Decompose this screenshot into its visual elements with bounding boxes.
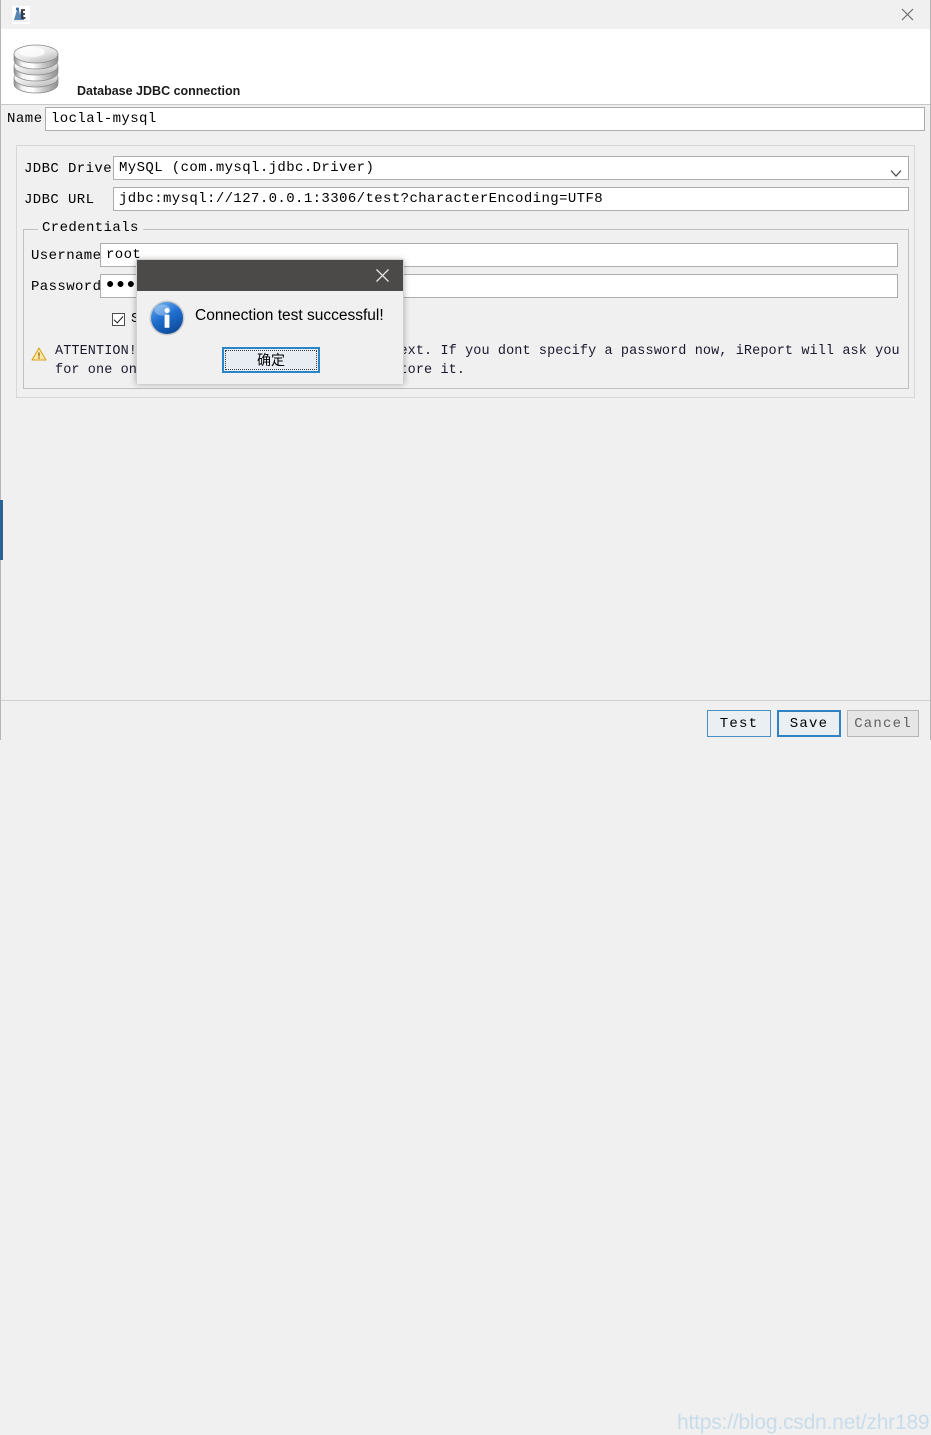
watermark-text: https://blog.csdn.net/zhr18970910 bbox=[677, 1411, 931, 1434]
dialog-ok-label: 确定 bbox=[225, 350, 317, 370]
footer-bar: https://blog.csdn.net/zhr18970910 Test S… bbox=[1, 701, 931, 1434]
jdbc-driver-value: MySQL (com.mysql.jdbc.Driver) bbox=[119, 160, 375, 176]
dialog-body: Connection test successful! 确定 bbox=[137, 291, 403, 384]
warning-triangle-icon bbox=[31, 347, 47, 361]
chevron-down-icon bbox=[890, 164, 902, 177]
dialog-titlebar bbox=[137, 260, 403, 291]
database-cylinder-icon bbox=[10, 34, 70, 100]
password-label: Password bbox=[31, 279, 102, 295]
jdbc-driver-select[interactable]: MySQL (com.mysql.jdbc.Driver) bbox=[113, 156, 909, 180]
save-password-checkbox[interactable] bbox=[112, 312, 125, 326]
connection-test-dialog: Connection test successful! 确定 bbox=[136, 259, 404, 384]
cancel-button[interactable]: Cancel bbox=[847, 710, 919, 737]
username-label: Username bbox=[31, 248, 102, 264]
ireport-icon bbox=[12, 6, 30, 24]
name-input[interactable] bbox=[45, 107, 925, 131]
name-row: Name bbox=[1, 106, 930, 135]
left-edge-accent bbox=[0, 500, 3, 560]
dialog-ok-button[interactable]: 确定 bbox=[222, 347, 320, 373]
test-button[interactable]: Test bbox=[707, 710, 771, 737]
jdbc-driver-label: JDBC Driver bbox=[24, 161, 121, 177]
dialog-close-button[interactable] bbox=[361, 260, 403, 291]
name-label: Name bbox=[7, 111, 43, 127]
info-icon bbox=[148, 299, 186, 337]
save-button[interactable]: Save bbox=[777, 710, 841, 737]
jdbc-url-label: JDBC URL bbox=[24, 192, 95, 208]
window-titlebar bbox=[1, 0, 930, 29]
jdbc-url-input[interactable]: jdbc:mysql://127.0.0.1:3306/test?charact… bbox=[113, 187, 909, 211]
dialog-header: Database JDBC connection bbox=[1, 29, 930, 105]
page-title: Database JDBC connection bbox=[77, 84, 241, 98]
window-close-button[interactable] bbox=[884, 0, 930, 29]
database-connection-window: Database JDBC connection Name JDBC Drive… bbox=[0, 0, 931, 1434]
dialog-message: Connection test successful! bbox=[195, 307, 384, 324]
credentials-legend: Credentials bbox=[38, 220, 143, 236]
